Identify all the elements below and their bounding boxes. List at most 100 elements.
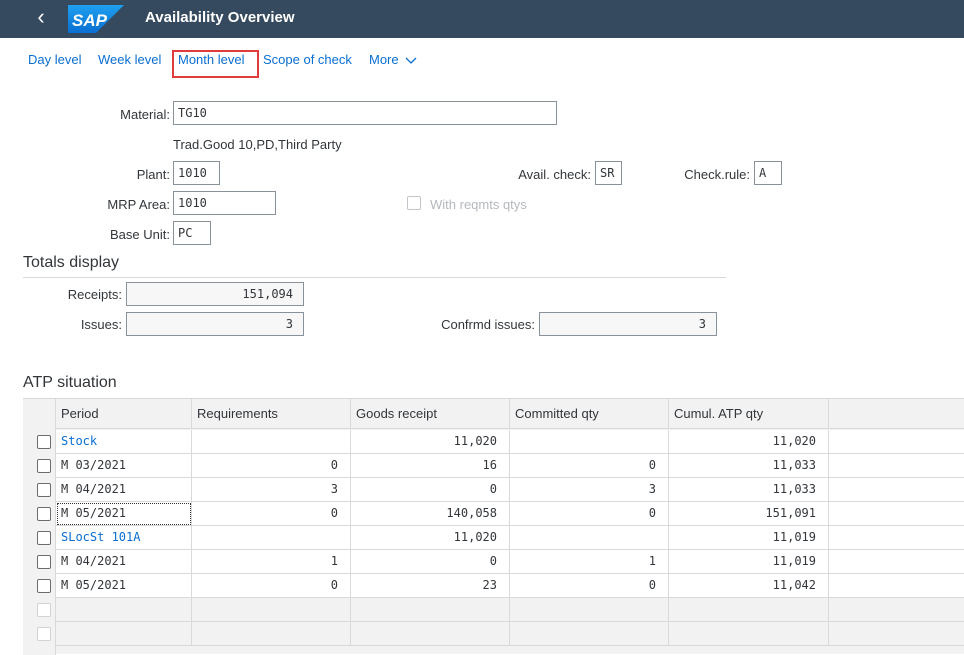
- cell-period[interactable]: [56, 622, 192, 646]
- cell-cumul-atp[interactable]: 11,019: [669, 526, 829, 550]
- material-description: Trad.Good 10,PD,Third Party: [173, 137, 342, 152]
- cell-goods-receipt[interactable]: [351, 598, 510, 622]
- cell-period[interactable]: M 05/2021: [56, 574, 192, 598]
- cell-committed-qty[interactable]: [510, 430, 669, 454]
- cell-requirements[interactable]: [192, 430, 351, 454]
- col-header-filler: [829, 399, 964, 429]
- row-select-checkbox[interactable]: [37, 555, 51, 569]
- row-select-checkbox[interactable]: [37, 507, 51, 521]
- avail-check-label: Avail. check:: [518, 167, 591, 182]
- confrmd-issues-label: Confrmd issues:: [441, 317, 535, 332]
- issues-label: Issues:: [80, 317, 122, 332]
- cell-period[interactable]: M 05/2021: [56, 502, 192, 526]
- row-select-checkbox[interactable]: [37, 531, 51, 545]
- cell-committed-qty[interactable]: 0: [510, 454, 669, 478]
- cell-cumul-atp[interactable]: 11,033: [669, 478, 829, 502]
- cell-committed-qty[interactable]: 0: [510, 502, 669, 526]
- cell-filler: [829, 502, 964, 526]
- cell-period[interactable]: Stock: [56, 430, 192, 454]
- cell-period[interactable]: SLocSt 101A: [56, 526, 192, 550]
- totals-title: Totals display: [23, 254, 120, 271]
- cell-goods-receipt[interactable]: 0: [351, 478, 510, 502]
- cell-requirements[interactable]: 0: [192, 574, 351, 598]
- col-header-requirements[interactable]: Requirements: [192, 399, 351, 429]
- check-rule-label: Check.rule:: [684, 167, 750, 182]
- atp-table: Period Requirements Goods receipt Commit…: [23, 398, 964, 655]
- cell-filler: [829, 598, 964, 622]
- with-reqmts-label: With reqmts qtys: [430, 197, 527, 212]
- atp-title: ATP situation: [23, 374, 117, 391]
- cell-requirements[interactable]: 0: [192, 454, 351, 478]
- cell-goods-receipt[interactable]: 16: [351, 454, 510, 478]
- mrp-area-field[interactable]: 1010: [173, 191, 276, 215]
- shell-bar: ‹ SAP Availability Overview: [0, 0, 964, 38]
- cell-cumul-atp[interactable]: [669, 622, 829, 646]
- week-level-button[interactable]: Week level: [98, 52, 161, 67]
- mrp-area-label: MRP Area:: [107, 197, 170, 212]
- cell-filler: [829, 454, 964, 478]
- more-label: More: [369, 52, 399, 67]
- cell-filler: [829, 430, 964, 454]
- cell-period[interactable]: M 04/2021: [56, 478, 192, 502]
- base-unit-label: Base Unit:: [110, 227, 170, 242]
- cell-filler: [829, 526, 964, 550]
- cell-goods-receipt[interactable]: 11,020: [351, 526, 510, 550]
- with-reqmts-checkbox[interactable]: [407, 196, 421, 210]
- cell-filler: [829, 550, 964, 574]
- base-unit-field[interactable]: PC: [173, 221, 211, 245]
- cell-committed-qty[interactable]: 0: [510, 574, 669, 598]
- cell-committed-qty[interactable]: [510, 622, 669, 646]
- cell-requirements[interactable]: 3: [192, 478, 351, 502]
- day-level-button[interactable]: Day level: [28, 52, 81, 67]
- check-rule-field[interactable]: A: [754, 161, 782, 185]
- avail-check-field[interactable]: SR: [595, 161, 622, 185]
- receipts-field: 151,094: [126, 282, 304, 306]
- cell-cumul-atp[interactable]: 11,020: [669, 430, 829, 454]
- cell-goods-receipt[interactable]: [351, 622, 510, 646]
- cell-cumul-atp[interactable]: 11,033: [669, 454, 829, 478]
- chevron-down-icon: [405, 57, 417, 64]
- col-header-goods-receipt[interactable]: Goods receipt: [351, 399, 510, 429]
- cell-requirements[interactable]: [192, 598, 351, 622]
- material-field[interactable]: TG10: [173, 101, 557, 125]
- row-select-checkbox[interactable]: [37, 603, 51, 617]
- cell-committed-qty[interactable]: 3: [510, 478, 669, 502]
- cell-cumul-atp[interactable]: 11,042: [669, 574, 829, 598]
- plant-field[interactable]: 1010: [173, 161, 220, 185]
- cell-period[interactable]: [56, 598, 192, 622]
- col-header-cumul-atp[interactable]: Cumul. ATP qty: [669, 399, 829, 429]
- row-select-checkbox[interactable]: [37, 579, 51, 593]
- issues-field: 3: [126, 312, 304, 336]
- cell-cumul-atp[interactable]: 11,019: [669, 550, 829, 574]
- cell-period[interactable]: M 04/2021: [56, 550, 192, 574]
- material-label: Material:: [120, 107, 170, 122]
- cell-goods-receipt[interactable]: 23: [351, 574, 510, 598]
- row-select-checkbox[interactable]: [37, 459, 51, 473]
- row-select-checkbox[interactable]: [37, 435, 51, 449]
- back-icon[interactable]: ‹: [30, 6, 52, 30]
- cell-requirements[interactable]: [192, 622, 351, 646]
- cell-goods-receipt[interactable]: 11,020: [351, 430, 510, 454]
- toolbar: Day level Week level Month level Scope o…: [0, 38, 964, 82]
- month-level-button[interactable]: Month level: [178, 52, 244, 67]
- cell-goods-receipt[interactable]: 140,058: [351, 502, 510, 526]
- cell-committed-qty[interactable]: [510, 598, 669, 622]
- scope-of-check-button[interactable]: Scope of check: [263, 52, 352, 67]
- row-select-checkbox[interactable]: [37, 627, 51, 641]
- cell-committed-qty[interactable]: 1: [510, 550, 669, 574]
- cell-goods-receipt[interactable]: 0: [351, 550, 510, 574]
- col-header-period[interactable]: Period: [56, 399, 192, 429]
- cell-committed-qty[interactable]: [510, 526, 669, 550]
- more-button[interactable]: More: [369, 52, 417, 67]
- plant-label: Plant:: [136, 167, 170, 182]
- cell-requirements[interactable]: 1: [192, 550, 351, 574]
- cell-requirements[interactable]: [192, 526, 351, 550]
- cell-cumul-atp[interactable]: 151,091: [669, 502, 829, 526]
- cell-filler: [829, 574, 964, 598]
- cell-requirements[interactable]: 0: [192, 502, 351, 526]
- cell-cumul-atp[interactable]: [669, 598, 829, 622]
- row-select-checkbox[interactable]: [37, 483, 51, 497]
- cell-filler: [829, 622, 964, 646]
- cell-period[interactable]: M 03/2021: [56, 454, 192, 478]
- col-header-committed-qty[interactable]: Committed qty: [510, 399, 669, 429]
